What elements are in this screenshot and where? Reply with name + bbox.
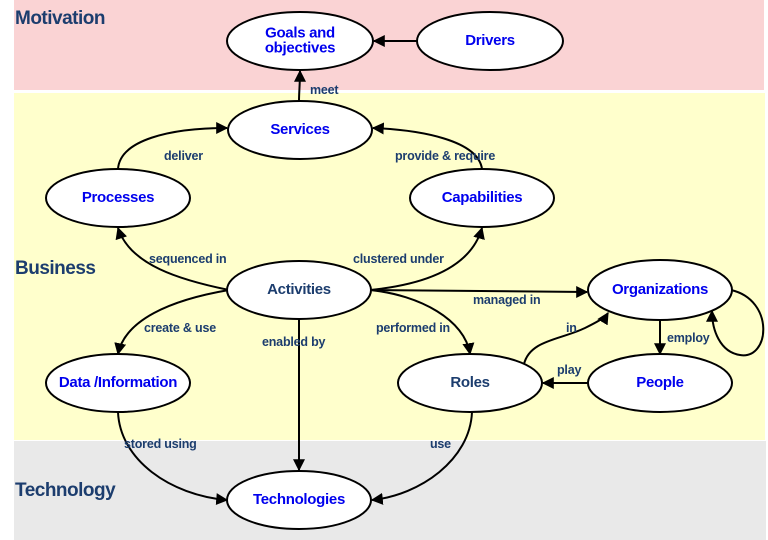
edge-services-goals [293,69,306,102]
concept-map: Goals andobjectives Drivers Services Proces… [45,11,765,530]
node-label-roles: Roles [450,374,489,391]
node-label-activities: Activities [267,281,331,298]
node-capabilities[interactable]: Capabilities [409,168,555,228]
node-label-capabilities: Capabilities [442,189,523,206]
node-activities[interactable]: Activities [226,260,372,320]
node-label-processes: Processes [82,189,154,206]
edge-data-technologies [117,411,229,506]
edge-label-services-goals: meet [310,83,339,97]
node-data[interactable]: Data /Information [45,353,191,413]
edge-label-processes-services: deliver [164,149,203,163]
edge-roles-technologies [370,411,473,505]
node-label-organizations: Organizations [612,281,708,298]
node-label-goals: objectives [265,39,335,56]
edge-label-organizations-people: employ [667,331,710,345]
edge-label-activities-processes: sequenced in [149,252,226,266]
edge-label-people-roles: play [557,363,581,377]
edge-label-activities-data: create & use [144,321,216,335]
edge-label-capabilities-services: provide & require [395,149,495,163]
edge-label-activities-roles: performed in [376,321,450,335]
node-label-services: Services [270,121,329,138]
nodes-layer: Goals andobjectives Drivers Services Proces… [45,11,733,530]
node-goals[interactable]: Goals andobjectives [226,11,374,71]
node-drivers[interactable]: Drivers [416,11,564,71]
edge-label-data-technologies: stored using [124,437,197,451]
node-roles[interactable]: Roles [397,353,543,413]
edge-label-roles-organizations: in [566,321,577,335]
node-services[interactable]: Services [227,100,373,160]
node-processes[interactable]: Processes [45,168,191,228]
edge-label-activities-technologies: enabled by [262,335,326,349]
node-label-technologies: Technologies [253,491,345,508]
node-organizations[interactable]: Organizations [587,259,733,321]
edge-label-activities-organizations: managed in [473,293,540,307]
edge-label-roles-technologies: use [430,437,451,451]
node-label-people: People [636,374,683,391]
node-people[interactable]: People [587,353,733,413]
node-label-data: Data /Information [59,374,177,391]
node-label-drivers: Drivers [465,32,515,49]
edge-activities-organizations [369,285,589,298]
node-technologies[interactable]: Technologies [226,470,372,530]
edge-label-activities-capabilities: clustered under [353,252,444,266]
